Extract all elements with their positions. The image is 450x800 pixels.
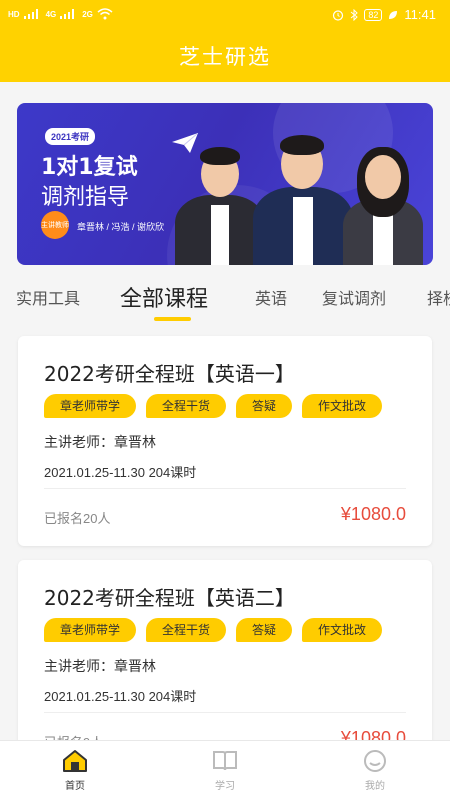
course-teacher: 主讲老师：章晋林 <box>44 434 156 450</box>
course-price: ¥1080.0 <box>340 504 406 524</box>
course-card[interactable]: 2022考研全程班【英语二】 章老师带学 全程干货 答疑 作文批改 主讲老师：章… <box>18 560 432 770</box>
course-schedule: 2021.01.25-11.30 204课时 <box>44 465 197 480</box>
course-enrolled: 已报名20人 <box>44 511 111 526</box>
course-card[interactable]: 2022考研全程班【英语一】 章老师带学 全程干货 答疑 作文批改 主讲老师：章… <box>18 336 432 546</box>
tab-english[interactable]: 英语 <box>255 285 287 309</box>
category-tabs: 实用工具 全部课程 英语 复试调剂 择校 <box>0 275 450 325</box>
nav-mine[interactable]: 我的 <box>345 749 405 792</box>
status-left: HD 4G 2G <box>8 8 113 20</box>
network-2g-label: 2G <box>82 9 93 19</box>
banner-teacher-badge: 主讲教师 <box>41 211 69 239</box>
course-title: 2022考研全程班【英语一】 <box>44 362 295 386</box>
nav-label: 学习 <box>215 781 235 792</box>
leaf-icon <box>389 10 398 19</box>
nav-home[interactable]: 首页 <box>45 749 105 792</box>
course-badge: 答疑 <box>236 394 293 418</box>
course-badge: 作文批改 <box>302 618 383 642</box>
tab-tools[interactable]: 实用工具 <box>16 285 80 309</box>
tab-school-choice[interactable]: 择校 <box>427 285 450 309</box>
signal-icon <box>23 9 38 19</box>
course-title: 2022考研全程班【英语二】 <box>44 586 295 610</box>
course-badge: 章老师带学 <box>44 394 137 418</box>
course-badge: 全程干货 <box>146 394 227 418</box>
home-icon <box>63 750 87 772</box>
banner-tag: 2021考研 <box>45 128 96 145</box>
teacher-photo <box>343 147 423 265</box>
course-teacher: 主讲老师：章晋林 <box>44 658 156 674</box>
alarm-icon <box>333 9 344 21</box>
banner-teachers: 章晋林 / 冯浩 / 谢欣欣 <box>77 222 165 232</box>
course-badge: 章老师带学 <box>44 618 137 642</box>
active-tab-indicator <box>154 317 191 321</box>
status-time: 11:41 <box>404 7 436 22</box>
divider <box>44 488 406 489</box>
course-badge: 作文批改 <box>302 394 383 418</box>
bottom-nav: 首页 学习 我的 <box>0 740 450 800</box>
banner-headline: 1对1复试 <box>41 155 138 180</box>
app-header: 芝士研选 <box>0 30 450 82</box>
promo-banner[interactable]: 2021考研 1对1复试 调剂指导 主讲教师 章晋林 / 冯浩 / 谢欣欣 <box>17 103 433 265</box>
course-schedule: 2021.01.25-11.30 204课时 <box>44 689 197 704</box>
course-badge: 答疑 <box>236 618 293 642</box>
course-badge: 全程干货 <box>146 618 227 642</box>
nav-study[interactable]: 学习 <box>195 749 255 792</box>
wifi-icon <box>97 8 113 20</box>
nav-label: 我的 <box>365 781 385 792</box>
tab-retest-adjust[interactable]: 复试调剂 <box>322 285 386 309</box>
signal-icon <box>60 9 75 19</box>
smile-icon <box>364 750 386 772</box>
status-right: 82 11:41 <box>332 7 436 22</box>
banner-subtitle: 调剂指导 <box>41 185 130 210</box>
teacher-photo <box>253 135 353 265</box>
book-icon <box>213 751 237 771</box>
course-badges: 章老师带学 全程干货 答疑 作文批改 <box>44 618 383 642</box>
hd-indicator: HD <box>8 9 20 19</box>
status-bar: HD 4G 2G 82 11:41 <box>0 0 450 30</box>
tab-all-courses[interactable]: 全部课程 <box>120 281 208 313</box>
course-badges: 章老师带学 全程干货 答疑 作文批改 <box>44 394 383 418</box>
battery-level: 82 <box>364 8 383 21</box>
divider <box>44 712 406 713</box>
teacher-photo <box>175 145 265 265</box>
app-title: 芝士研选 <box>179 45 271 69</box>
bluetooth-icon <box>351 8 359 21</box>
nav-label: 首页 <box>65 781 85 792</box>
network-4g-label: 4G <box>45 9 57 19</box>
